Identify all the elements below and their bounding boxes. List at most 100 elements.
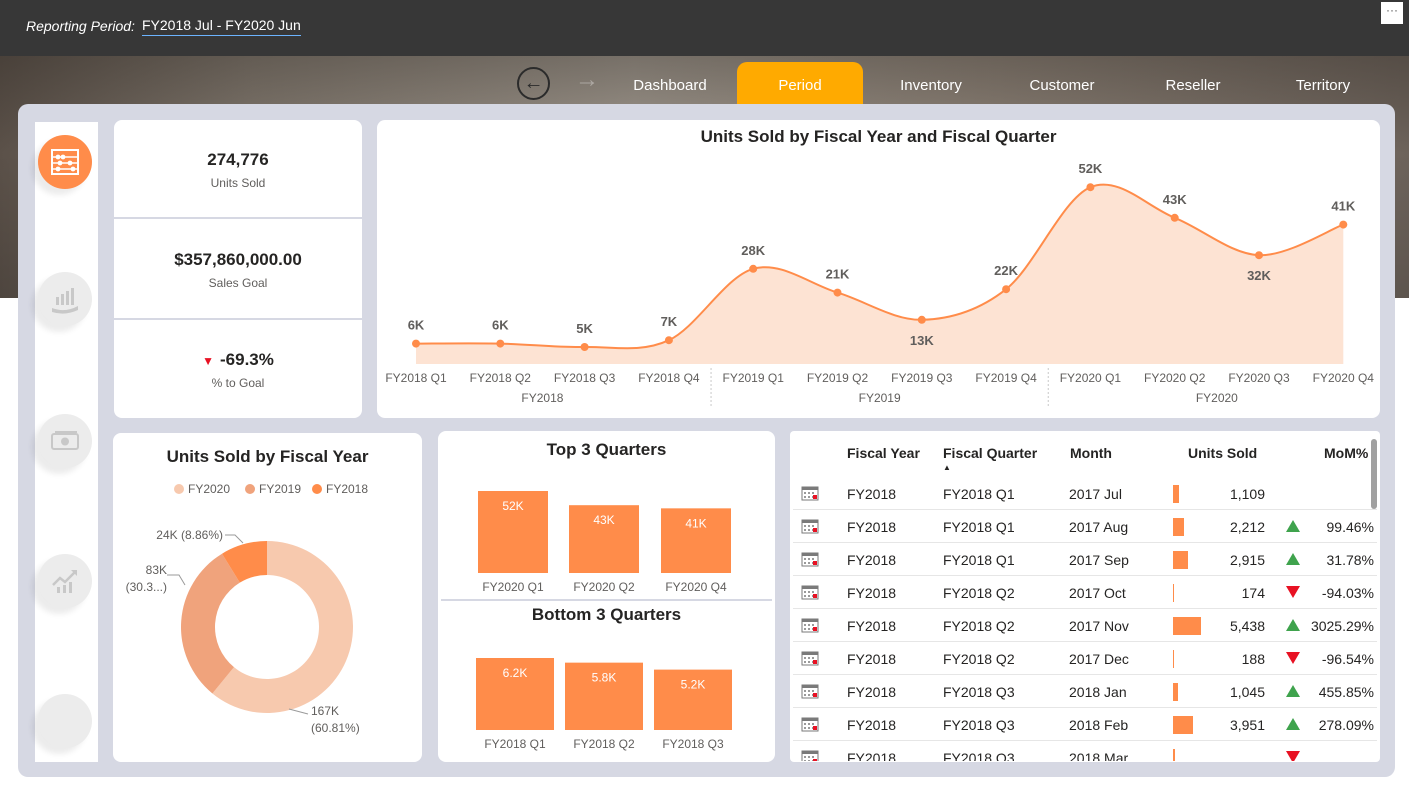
cell-units-sold: 2,212	[1229, 519, 1265, 535]
header-month[interactable]: Month	[1070, 445, 1112, 461]
legend-marker	[312, 484, 322, 494]
data-label: 28K	[741, 243, 765, 258]
cell-fiscal-quarter: FY2018 Q2	[943, 651, 1015, 667]
calendar-icon	[801, 551, 819, 567]
table-row[interactable]: FY2018 FY2018 Q2 2017 Oct 174 -94.03%	[793, 576, 1377, 609]
legend-label[interactable]: FY2018	[326, 482, 368, 496]
legend-label[interactable]: FY2019	[259, 482, 301, 496]
forward-arrow-icon[interactable]: →	[575, 66, 599, 94]
tab-reseller[interactable]: Reseller	[1129, 62, 1257, 104]
data-point[interactable]	[917, 315, 926, 324]
down-triangle-icon	[1285, 585, 1301, 602]
header-fiscal-quarter[interactable]: Fiscal Quarter	[943, 445, 1037, 461]
data-point[interactable]	[1170, 213, 1179, 222]
table-row[interactable]: FY2018 FY2018 Q1 2017 Aug 2,212 99.46%	[793, 510, 1377, 543]
table-row[interactable]: FY2018 FY2018 Q3 2018 Feb 3,951 278.09%	[793, 708, 1377, 741]
growth-hand-icon[interactable]	[38, 272, 92, 326]
table-row[interactable]: FY2018 FY2018 Q3 2018 Mar......	[793, 741, 1377, 761]
cell-mom: 278.09%	[1318, 717, 1374, 733]
kpi-value: $357,860,000.00	[174, 250, 302, 269]
header-mom[interactable]: MoM%	[1324, 445, 1368, 461]
cell-fiscal-year: FY2018	[847, 618, 897, 634]
kpi-sales-goal: $357,860,000.00 Sales Goal	[114, 220, 362, 318]
x-tick-label: FY2020 Q4	[1313, 371, 1375, 385]
bar-value-label: 43K	[593, 513, 614, 527]
units-data-bar	[1173, 650, 1174, 668]
sort-ascending-icon[interactable]: ▲	[943, 463, 951, 472]
cell-units-sold: 5,438	[1229, 618, 1265, 634]
data-point[interactable]	[1339, 220, 1348, 229]
slice-label: (60.81%)	[311, 721, 360, 735]
cell-fiscal-year: FY2018	[847, 519, 897, 535]
slice-label: (30.3...)	[126, 580, 167, 594]
tab-inventory[interactable]: Inventory	[867, 62, 995, 104]
calendar-icon	[801, 584, 819, 600]
cell-units-sold: 3,951	[1229, 717, 1265, 733]
cell-units-sold: 2,915	[1229, 552, 1265, 568]
table-row[interactable]: FY2018 FY2018 Q2 2017 Dec 188 -96.54%	[793, 642, 1377, 675]
data-point[interactable]	[412, 339, 420, 348]
cell-fiscal-year: FY2018	[847, 750, 897, 761]
reporting-period-label: Reporting Period:	[26, 18, 135, 34]
up-triangle-icon	[1285, 552, 1301, 569]
tab-customer[interactable]: Customer	[998, 62, 1126, 104]
cell-month: 2017 Oct	[1069, 585, 1126, 601]
down-triangle-icon	[1285, 651, 1301, 668]
cell-fiscal-quarter: FY2018 Q2	[943, 585, 1015, 601]
units-data-bar	[1173, 518, 1185, 536]
data-label: 43K	[1163, 192, 1187, 207]
abacus-icon[interactable]	[38, 135, 92, 189]
cell-units-sold: 1,045	[1229, 684, 1265, 700]
data-point[interactable]	[496, 339, 505, 348]
blank-icon[interactable]	[38, 694, 92, 748]
table-row[interactable]: FY2018 FY2018 Q3 2018 Jan 1,045 455.85%	[793, 675, 1377, 708]
reporting-period-slicer[interactable]: FY2018 Jul - FY2020 Jun	[142, 17, 301, 36]
tab-territory[interactable]: Territory	[1259, 62, 1387, 104]
tab-period[interactable]: Period	[737, 62, 863, 104]
bar-category-label: FY2020 Q4	[665, 580, 727, 594]
units-by-quarter-chart: Units Sold by Fiscal Year and Fiscal Qua…	[377, 120, 1380, 418]
sidebar	[35, 122, 98, 762]
x-tick-label: FY2020 Q3	[1228, 371, 1290, 385]
header-units-sold[interactable]: Units Sold	[1188, 445, 1257, 461]
x-tick-label: FY2018 Q3	[554, 371, 616, 385]
legend-marker	[245, 484, 255, 494]
data-point[interactable]	[1255, 251, 1263, 260]
bar-category-label: FY2020 Q1	[482, 580, 544, 594]
trend-chart-icon[interactable]	[38, 554, 92, 608]
table-scrollbar[interactable]	[1371, 439, 1377, 509]
legend-marker	[174, 484, 184, 494]
table-row[interactable]: FY2018 FY2018 Q2 2017 Nov 5,438 3025.29%	[793, 609, 1377, 642]
cash-icon[interactable]	[38, 414, 92, 468]
donut-chart-svg: FY2020 FY2019 FY2018 167K (60.81%) 83K (30.3..…	[126, 482, 369, 735]
table-row[interactable]: FY2018 FY2018 Q1 2017 Sep 2,915 31.78%	[793, 543, 1377, 576]
kpi-units-sold: 274,776 Units Sold	[114, 120, 362, 218]
legend-label[interactable]: FY2020	[188, 482, 230, 496]
calendar-icon	[801, 485, 819, 501]
kpi-percent-to-goal: ▼ -69.3% % to Goal	[114, 320, 362, 418]
data-point[interactable]	[1086, 183, 1095, 192]
down-triangle-icon	[1285, 750, 1301, 761]
calendar-icon	[801, 683, 819, 699]
data-point[interactable]	[749, 264, 758, 273]
kpi-label: % to Goal	[211, 376, 265, 390]
data-label: 22K	[994, 263, 1018, 278]
slice-label: 83K	[146, 563, 167, 577]
cell-fiscal-year: FY2018	[847, 684, 897, 700]
data-point[interactable]	[1002, 285, 1011, 294]
tab-dashboard[interactable]: Dashboard	[606, 62, 734, 104]
data-point[interactable]	[833, 288, 842, 297]
cell-fiscal-year: FY2018	[847, 651, 897, 667]
cell-fiscal-quarter: FY2018 Q1	[943, 552, 1015, 568]
calendar-icon	[801, 650, 819, 666]
bars-chart-svg: 52K FY2020 Q1 43K FY2020 Q2 41K FY2020 Q4 6.2K…	[476, 491, 732, 751]
header-fiscal-year[interactable]: Fiscal Year	[847, 445, 920, 461]
data-point[interactable]	[580, 343, 589, 351]
back-arrow-icon[interactable]: ←	[517, 67, 550, 100]
x-group-label: FY2018	[521, 391, 563, 405]
area-fill	[416, 184, 1344, 364]
table-row[interactable]: FY2018 FY2018 Q1 2017 Jul 1,109	[793, 477, 1377, 510]
ellipsis-icon[interactable]: ···	[1381, 2, 1403, 24]
up-triangle-icon	[1285, 684, 1301, 701]
data-point[interactable]	[664, 336, 673, 345]
